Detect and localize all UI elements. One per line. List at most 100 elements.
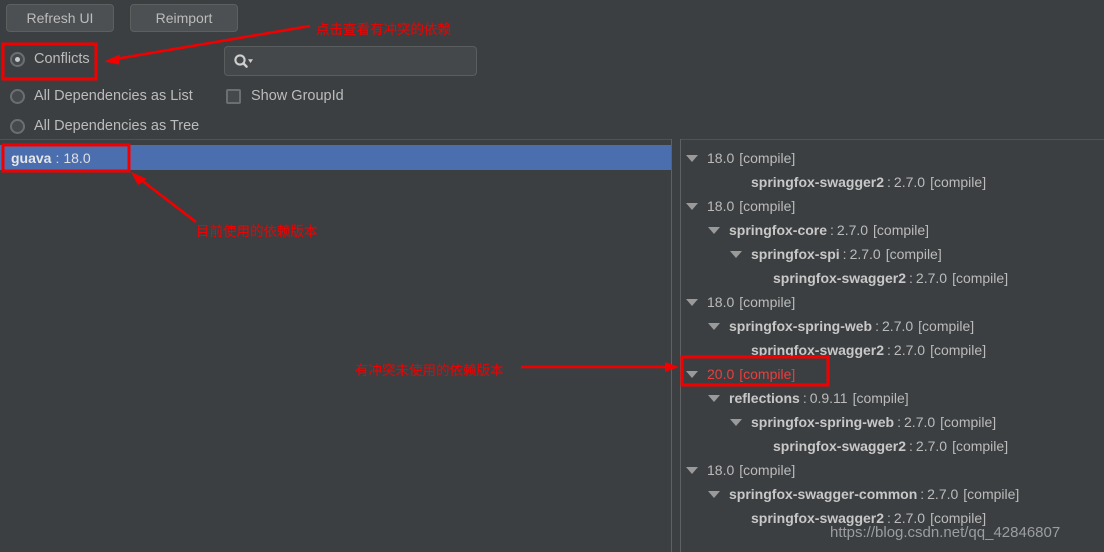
search-box[interactable] <box>224 46 477 76</box>
tree-artifact-name: springfox-core <box>729 222 828 238</box>
tree-artifact-name: springfox-swagger2 <box>751 174 885 190</box>
reimport-button[interactable]: Reimport <box>130 4 238 32</box>
tree-version: 20.0 <box>707 366 735 382</box>
tree-artifact-name: springfox-spring-web <box>729 318 873 334</box>
tree-version: 18.0 <box>707 150 735 166</box>
checkbox-show-groupid[interactable]: Show GroupId <box>226 88 344 104</box>
radio-all-dependencies-as-list[interactable]: All Dependencies as List <box>10 88 193 104</box>
tree-scope: [compile] <box>930 174 987 190</box>
tree-row[interactable]: springfox-core:2.7.0 [compile] <box>708 218 929 242</box>
tree-separator: : <box>897 414 902 430</box>
tree-separator: : <box>920 486 925 502</box>
tree-artifact-name: springfox-spring-web <box>751 414 895 430</box>
tree-scope: [compile] <box>739 366 796 382</box>
tree-row[interactable]: springfox-swagger2:2.7.0 [compile] <box>730 170 986 194</box>
tree-scope: [compile] <box>940 414 997 430</box>
expand-triangle-icon[interactable] <box>708 394 720 402</box>
radio-all-dependencies-as-tree[interactable]: All Dependencies as Tree <box>10 118 199 134</box>
tree-scope: [compile] <box>739 462 796 478</box>
expand-triangle-icon[interactable] <box>708 226 720 234</box>
tree-artifact-name: springfox-spi <box>751 246 840 262</box>
tree-version: 2.7.0 <box>927 486 959 502</box>
tree-version: 2.7.0 <box>893 174 926 190</box>
radio-button-icon[interactable] <box>10 51 25 67</box>
expand-triangle-icon[interactable] <box>730 418 742 426</box>
tree-artifact-name: reflections <box>729 390 800 406</box>
toolbar: Refresh UI Reimport Conflicts All Depend… <box>0 0 1104 138</box>
tree-artifact-name: springfox-swagger2 <box>751 342 885 358</box>
tree-separator: : <box>887 510 891 526</box>
tree-version: 18.0 <box>707 462 735 478</box>
list-item-selected[interactable]: guava : 18.0 <box>0 145 671 170</box>
search-icon[interactable] <box>233 53 254 69</box>
radio-button-icon[interactable] <box>10 88 25 104</box>
checkbox-icon[interactable] <box>226 88 241 104</box>
tree-scope: [compile] <box>963 486 1020 502</box>
tree-scope: [compile] <box>885 246 942 262</box>
tree-scope: [compile] <box>873 222 930 238</box>
show-groupid-label: Show GroupId <box>251 88 344 104</box>
refresh-ui-button[interactable]: Refresh UI <box>6 4 114 32</box>
tree-scope: [compile] <box>930 342 987 358</box>
expand-triangle-icon[interactable] <box>686 370 698 378</box>
tree-scope: [compile] <box>852 390 909 406</box>
tree-row[interactable]: springfox-spring-web:2.7.0 [compile] <box>708 314 974 338</box>
dependency-separator: : <box>55 149 60 166</box>
panels-container: guava : 18.0 18.0 [compile] springfox-swag… <box>0 139 1104 552</box>
dependency-tree-panel[interactable]: 18.0 [compile] springfox-swagger2:2.7.0 [co… <box>681 139 1104 552</box>
tree-row[interactable]: 18.0 [compile] <box>686 194 795 218</box>
expand-triangle-icon[interactable] <box>708 322 720 330</box>
tree-version: 0.9.11 <box>809 390 848 406</box>
tree-version: 18.0 <box>707 294 735 310</box>
tree-row[interactable]: 18.0 [compile] <box>686 146 795 170</box>
tree-scope: [compile] <box>739 150 796 166</box>
tree-row[interactable]: 20.0 [compile] <box>686 362 795 386</box>
tree-row[interactable]: springfox-swagger2:2.7.0 [compile] <box>752 434 1008 458</box>
tree-separator: : <box>909 270 913 286</box>
tree-scope: [compile] <box>952 270 1009 286</box>
tree-separator: : <box>875 318 880 334</box>
tree-version: 2.7.0 <box>849 246 881 262</box>
tree-row[interactable]: springfox-swagger2:2.7.0 [compile] <box>752 266 1008 290</box>
tree-scope: [compile] <box>739 198 796 214</box>
tree-version: 2.7.0 <box>893 510 926 526</box>
tree-separator: : <box>802 390 807 406</box>
tree-row[interactable]: 18.0 [compile] <box>686 458 795 482</box>
tree-version: 2.7.0 <box>836 222 869 238</box>
tree-row[interactable]: reflections:0.9.11 [compile] <box>708 386 909 410</box>
tree-scope: [compile] <box>739 294 796 310</box>
tree-separator: : <box>842 246 847 262</box>
tree-version: 18.0 <box>707 198 735 214</box>
expand-triangle-icon[interactable] <box>686 298 698 306</box>
tree-scope: [compile] <box>930 510 987 526</box>
dependency-list-panel[interactable]: guava : 18.0 <box>0 139 671 552</box>
radio-conflicts[interactable]: Conflicts <box>10 51 90 67</box>
tree-separator: : <box>830 222 834 238</box>
tree-version: 2.7.0 <box>915 270 948 286</box>
expand-triangle-icon[interactable] <box>686 154 698 162</box>
tree-artifact-name: springfox-swagger2 <box>751 510 885 526</box>
tree-version: 2.7.0 <box>904 414 936 430</box>
tree-version: 2.7.0 <box>882 318 914 334</box>
radio-button-icon[interactable] <box>10 118 25 134</box>
tree-row[interactable]: 18.0 [compile] <box>686 290 795 314</box>
expand-triangle-icon[interactable] <box>686 466 698 474</box>
tree-separator: : <box>887 342 891 358</box>
expand-triangle-icon[interactable] <box>686 202 698 210</box>
tree-version: 2.7.0 <box>915 438 948 454</box>
dependency-name: guava <box>11 149 52 166</box>
panel-splitter[interactable] <box>671 139 681 552</box>
search-input[interactable] <box>254 52 476 70</box>
tree-row[interactable]: springfox-spi:2.7.0 [compile] <box>730 242 942 266</box>
tree-row[interactable]: springfox-swagger2:2.7.0 [compile] <box>730 506 986 530</box>
tree-scope: [compile] <box>952 438 1009 454</box>
tree-separator: : <box>909 438 913 454</box>
tree-row[interactable]: springfox-swagger2:2.7.0 [compile] <box>730 338 986 362</box>
tree-separator: : <box>887 174 891 190</box>
radio-all-dependencies-as-tree-label: All Dependencies as Tree <box>34 118 200 134</box>
radio-all-dependencies-as-list-label: All Dependencies as List <box>34 88 193 104</box>
tree-row[interactable]: springfox-swagger-common:2.7.0 [compile] <box>708 482 1019 506</box>
expand-triangle-icon[interactable] <box>708 490 720 498</box>
tree-row[interactable]: springfox-spring-web:2.7.0 [compile] <box>730 410 996 434</box>
expand-triangle-icon[interactable] <box>730 250 742 258</box>
